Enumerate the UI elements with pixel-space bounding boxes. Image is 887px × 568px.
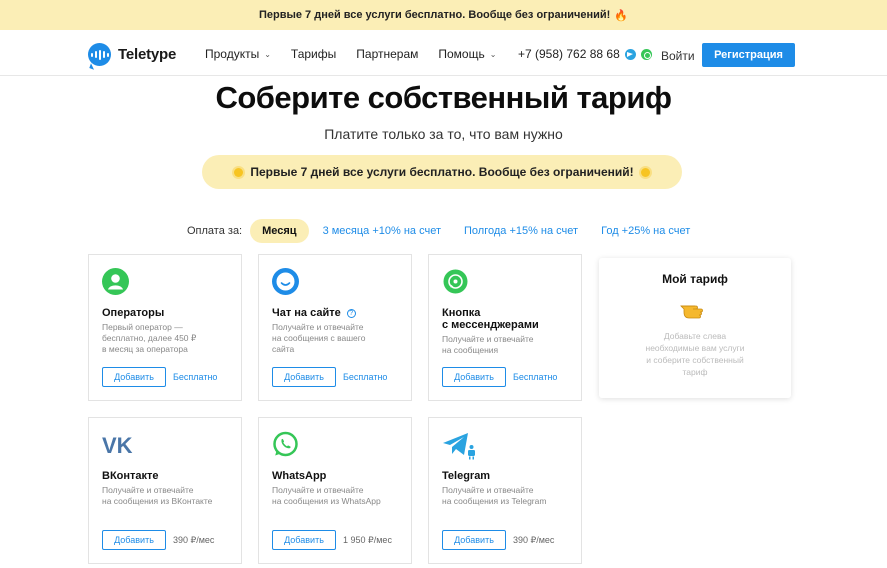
promo-pill-text: Первые 7 дней все услуги бесплатно. Вооб…: [250, 165, 634, 179]
card-price: Бесплатно: [513, 372, 558, 382]
card-price: Бесплатно: [173, 372, 218, 382]
service-card-vk: VK ВКонтакте Получайте и отвечайте на со…: [88, 417, 242, 564]
nav-item-partners[interactable]: Партнерам: [356, 47, 418, 61]
nav-item-pricing[interactable]: Тарифы: [291, 47, 336, 61]
promo-banner: Первые 7 дней все услуги бесплатно. Вооб…: [0, 0, 887, 30]
teletype-logo-icon: [88, 43, 111, 66]
logo-text: Teletype: [118, 46, 177, 63]
card-price: Бесплатно: [343, 372, 388, 382]
sun-icon: [640, 167, 650, 177]
service-card-telegram: Telegram Получайте и отвечайте на сообще…: [428, 417, 582, 564]
add-button[interactable]: Добавить: [272, 530, 336, 550]
card-price: 390 ₽/мес: [513, 535, 555, 545]
my-tariff-panel: Мой тариф Добавьте слева необходимые вам…: [599, 258, 791, 398]
register-button[interactable]: Регистрация: [702, 43, 795, 67]
chevron-down-icon: ⌄: [264, 49, 271, 59]
add-button[interactable]: Добавить: [442, 367, 506, 387]
promo-banner-text: Первые 7 дней все услуги бесплатно. Вооб…: [258, 9, 611, 21]
card-title: ВКонтакте: [102, 470, 159, 482]
nav-item-label: Партнерам: [356, 47, 419, 61]
card-description: Получайте и отвечайте на сообщения из ВК…: [102, 485, 213, 506]
my-tariff-title: Мой тариф: [662, 272, 728, 286]
period-option-month[interactable]: Месяц: [250, 219, 309, 243]
card-description: Получайте и отвечайте на сообщения из Te…: [442, 485, 547, 506]
card-description: Первый оператор — бесплатно, далее 450 ₽…: [102, 322, 197, 354]
nav-item-label: Тарифы: [290, 47, 337, 61]
help-icon[interactable]: ?: [346, 309, 356, 318]
whatsapp-icon: [272, 431, 299, 458]
promo-pill: Первые 7 дней все услуги бесплатно. Вооб…: [202, 155, 682, 189]
sun-icon: [234, 167, 244, 177]
phone-number[interactable]: +7 (958) 762 88 68: [518, 47, 620, 61]
card-title: Telegram: [442, 470, 491, 482]
service-card-operators: Операторы Первый оператор — бесплатно, д…: [88, 254, 242, 401]
add-button[interactable]: Добавить: [102, 367, 166, 387]
period-option-3-months[interactable]: 3 месяца +10% на счет: [323, 225, 441, 237]
card-description: Получайте и отвечайте на сообщения из Wh…: [272, 485, 381, 506]
vk-icon: VK: [102, 431, 133, 458]
main-nav: Продукты ⌄ Тарифы Партнерам Помощь ⌄: [205, 47, 516, 61]
nav-item-help[interactable]: Помощь ⌄: [438, 47, 496, 61]
whatsapp-round-icon: [442, 268, 469, 295]
pointing-hand-icon: [679, 298, 711, 320]
service-card-messenger-button: Кнопка с мессенджерами Получайте и отвеч…: [428, 254, 582, 401]
card-price: 390 ₽/мес: [173, 535, 215, 545]
service-card-whatsapp: WhatsApp Получайте и отвечайте на сообще…: [258, 417, 412, 564]
period-option-half-year[interactable]: Полгода +15% на счет: [464, 225, 578, 237]
nav-item-label: Продукты: [205, 47, 260, 61]
card-title: Операторы: [102, 307, 165, 319]
card-title: WhatsApp: [272, 470, 327, 482]
telegram-bot-icon: [442, 431, 475, 460]
operator-icon: [102, 268, 129, 295]
period-option-year[interactable]: Год +25% на счет: [601, 225, 690, 237]
site-header: Teletype Продукты ⌄ Тарифы Партнерам Пом…: [0, 30, 887, 76]
service-card-site-chat: Чат на сайте? Получайте и отвечайте на с…: [258, 254, 412, 401]
whatsapp-icon[interactable]: [640, 48, 652, 60]
svg-text:VK: VK: [102, 433, 133, 458]
my-tariff-hint: Добавьте слева необходимые вам услуги и …: [645, 331, 745, 377]
add-button[interactable]: Добавить: [442, 530, 506, 550]
card-description: Получайте и отвечайте на сообщения: [442, 334, 534, 355]
fire-icon: 🔥: [614, 9, 629, 22]
payment-period-label: Оплата за:: [187, 225, 243, 237]
logo[interactable]: Teletype: [88, 43, 176, 66]
nav-item-label: Помощь: [438, 47, 485, 61]
payment-period-selector: Оплата за: Месяц 3 месяца +10% на счет П…: [187, 219, 713, 243]
card-title: Чат на сайте?: [272, 307, 402, 319]
phone-block: +7 (958) 762 88 68: [518, 47, 652, 61]
card-title: Кнопка с мессенджерами: [442, 307, 539, 331]
nav-item-products[interactable]: Продукты ⌄: [205, 47, 271, 61]
page-subtitle: Платите только за то, что вам нужно: [324, 126, 563, 142]
chevron-down-icon: ⌄: [489, 49, 497, 59]
add-button[interactable]: Добавить: [102, 530, 166, 550]
card-price: 1 950 ₽/мес: [343, 535, 392, 545]
chat-icon: [272, 268, 299, 295]
add-button[interactable]: Добавить: [272, 367, 336, 387]
card-description: Получайте и отвечайте на сообщения с ваш…: [272, 322, 366, 354]
login-link[interactable]: Войти: [661, 49, 695, 63]
page-title: Соберите собственный тариф: [215, 80, 672, 115]
telegram-icon[interactable]: [624, 48, 636, 60]
